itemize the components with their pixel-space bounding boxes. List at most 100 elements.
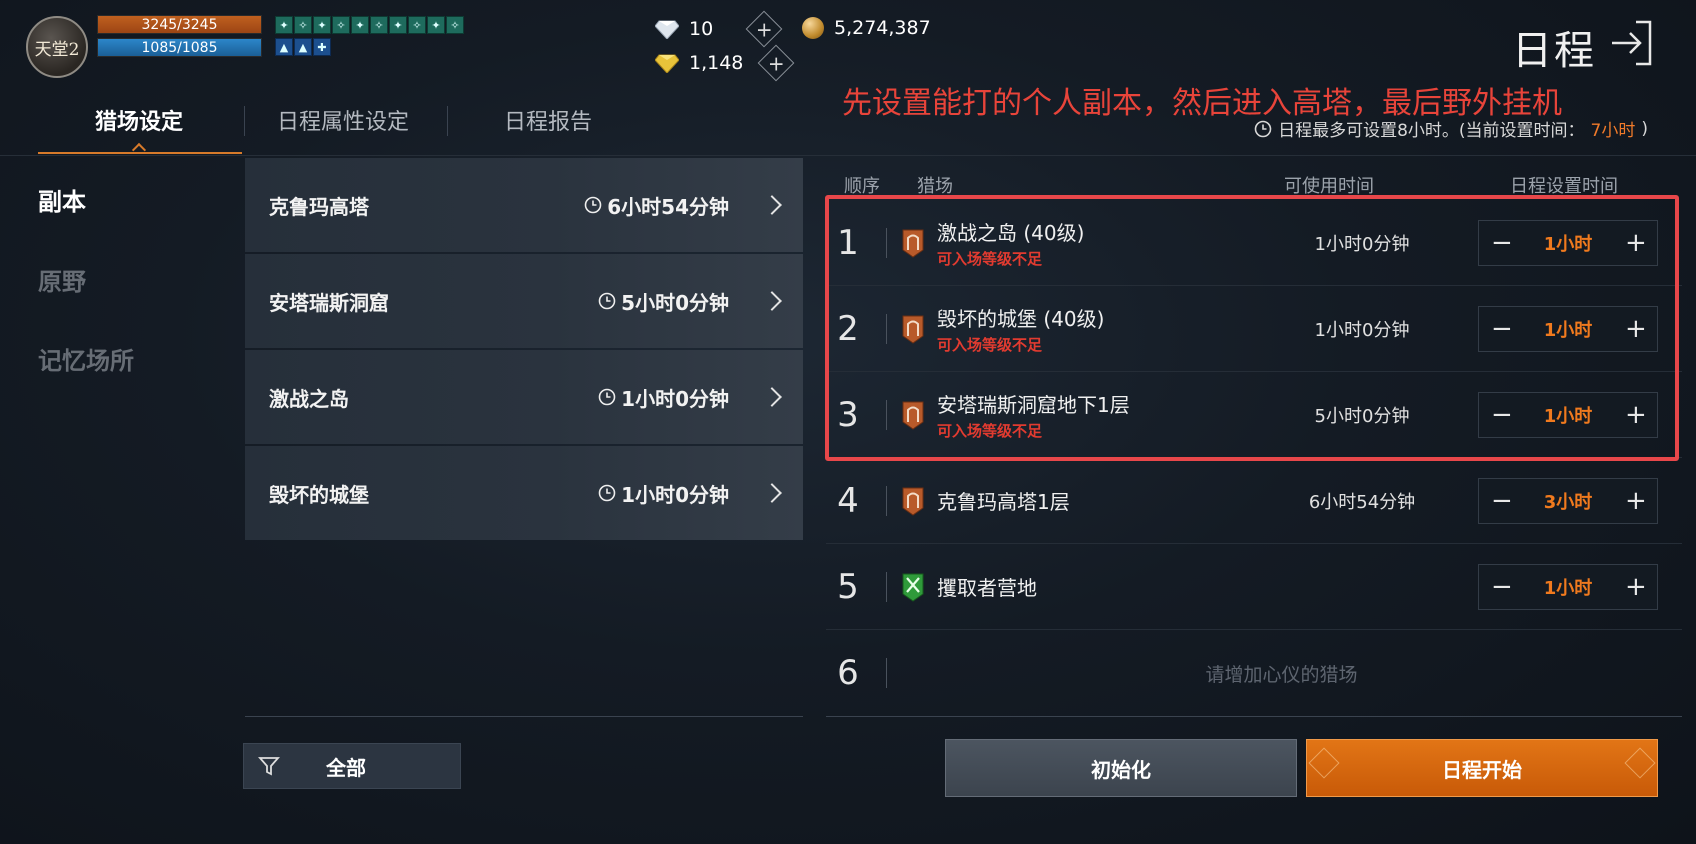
buff-icon: ✦ — [275, 16, 293, 34]
row-divider — [886, 658, 887, 688]
dungeon-icon — [902, 487, 924, 516]
dungeon-time: 6小时54分钟 — [584, 191, 729, 220]
filter-icon — [258, 757, 280, 776]
buff-icon: ✦ — [389, 16, 407, 34]
schedule-row-empty[interactable]: 6 请增加心仪的猎场 — [826, 630, 1682, 716]
mp-bar: 1085/1085 — [97, 38, 262, 57]
hunting-field-name: 攫取者营地 — [937, 576, 1037, 600]
tab-divider — [244, 106, 245, 136]
tab-schedule-attributes[interactable]: 日程属性设定 — [277, 104, 409, 136]
dungeon-time: 1小时0分钟 — [598, 383, 729, 412]
list-divider — [245, 716, 803, 717]
buff-icon: ✦ — [351, 16, 369, 34]
adena-count: 5,274,387 — [834, 17, 931, 39]
page-title: 日程 — [1512, 28, 1596, 74]
dungeon-time-value: 1小时0分钟 — [621, 386, 729, 411]
clock-icon — [1254, 120, 1272, 137]
decrease-time-button[interactable]: − — [1491, 574, 1513, 600]
category-dungeon[interactable]: 副本 — [38, 182, 86, 217]
category-memory-place[interactable]: 记忆场所 — [38, 341, 134, 376]
buff-icon: ✚ — [313, 38, 331, 56]
current-set-time: 7小时 — [1590, 121, 1636, 141]
dungeon-time-value: 5小时0分钟 — [621, 290, 729, 315]
hp-bar: 3245/3245 — [97, 15, 262, 34]
decor-diamond — [1624, 747, 1656, 779]
start-schedule-button[interactable]: 日程开始 — [1306, 739, 1658, 797]
hunting-field-name: 克鲁玛高塔1层 — [937, 490, 1070, 514]
buff-icon: ✧ — [370, 16, 388, 34]
clock-icon — [598, 292, 616, 310]
dungeon-item[interactable]: 安塔瑞斯洞窟 5小时0分钟 — [245, 254, 803, 348]
dungeon-name: 克鲁玛高塔 — [269, 194, 369, 219]
adena-currency: 5,274,387 — [802, 17, 931, 39]
clock-icon — [598, 484, 616, 502]
schedule-divider — [826, 716, 1682, 717]
limit-note-text: 日程最多可设置8小时。(当前设置时间： — [1278, 121, 1585, 141]
clock-icon — [584, 196, 602, 214]
filter-label: 全部 — [326, 755, 366, 780]
field-icon — [902, 573, 924, 602]
dungeon-name: 毁坏的城堡 — [269, 482, 369, 507]
tab-divider — [447, 106, 448, 136]
set-time-value: 1小时 — [1543, 577, 1593, 599]
time-stepper: − 3小时 + — [1478, 477, 1658, 524]
row-order: 6 — [837, 653, 859, 693]
schedule-limit-note: 日程最多可设置8小时。(当前设置时间： 7小时) — [1254, 116, 1648, 141]
buff-icons-row-2: ▲ ▲ ✚ — [275, 38, 331, 56]
gold-gem-icon — [655, 54, 679, 73]
buff-icon: ✧ — [446, 16, 464, 34]
game-logo: 天堂2 — [26, 16, 88, 78]
diamond-count: 10 — [689, 18, 714, 40]
annotation-highlight-box — [825, 195, 1679, 461]
buff-icons-row-1: ✦ ✧ ✦ ✧ ✦ ✧ ✦ ✧ ✦ ✧ — [275, 16, 464, 34]
dungeon-list: 克鲁玛高塔 6小时54分钟 安塔瑞斯洞窟 5小时0分钟 激战之岛 1小时0分钟 … — [245, 158, 803, 542]
increase-time-button[interactable]: + — [1625, 488, 1647, 514]
tab-schedule-report[interactable]: 日程报告 — [504, 104, 592, 136]
clock-icon — [598, 388, 616, 406]
chevron-right-icon — [762, 483, 782, 503]
buff-icon: ✦ — [427, 16, 445, 34]
diamond-currency: 10 + — [655, 10, 783, 48]
dungeon-item[interactable]: 毁坏的城堡 1小时0分钟 — [245, 446, 803, 540]
header-divider — [0, 155, 1696, 156]
buff-icon: ✦ — [313, 16, 331, 34]
available-time: 6小时54分钟 — [1308, 491, 1416, 513]
gold-gem-currency: 1,148 + — [655, 44, 795, 82]
dungeon-item[interactable]: 激战之岛 1小时0分钟 — [245, 350, 803, 444]
reset-button[interactable]: 初始化 — [945, 739, 1297, 797]
dungeon-time: 1小时0分钟 — [598, 479, 729, 508]
decrease-time-button[interactable]: − — [1491, 488, 1513, 514]
buff-icon: ✧ — [408, 16, 426, 34]
schedule-row: 4 克鲁玛高塔1层 6小时54分钟 − 3小时 + — [826, 458, 1682, 544]
dungeon-time-value: 6小时54分钟 — [607, 194, 729, 219]
chevron-right-icon — [762, 195, 782, 215]
row-divider — [886, 485, 887, 516]
buff-icon: ▲ — [294, 38, 312, 56]
chevron-right-icon — [762, 291, 782, 311]
filter-button[interactable]: 全部 — [243, 743, 461, 789]
decor-diamond — [1308, 747, 1340, 779]
schedule-row: 5 攫取者营地 − 1小时 + — [826, 544, 1682, 630]
row-order: 5 — [837, 566, 859, 607]
add-gold-gem-button[interactable]: + — [758, 44, 795, 82]
tab-hunting-settings[interactable]: 猎场设定 — [95, 104, 183, 136]
set-time-value: 3小时 — [1543, 491, 1593, 513]
dungeon-time: 5小时0分钟 — [598, 287, 729, 316]
start-schedule-label: 日程开始 — [1442, 757, 1522, 782]
buff-icon: ▲ — [275, 38, 293, 56]
category-field[interactable]: 原野 — [38, 262, 86, 297]
diamond-icon — [655, 20, 679, 39]
limit-note-suffix: ) — [1641, 118, 1648, 139]
row-order: 4 — [837, 480, 859, 521]
game-logo-text: 天堂2 — [34, 39, 80, 60]
row-info: 攫取者营地 — [937, 572, 1257, 601]
row-divider — [886, 571, 887, 602]
increase-time-button[interactable]: + — [1625, 574, 1647, 600]
adena-coin-icon — [802, 17, 824, 39]
dungeon-time-value: 1小时0分钟 — [621, 482, 729, 507]
dungeon-item[interactable]: 克鲁玛高塔 6小时54分钟 — [245, 158, 803, 252]
buff-icon: ✧ — [332, 16, 350, 34]
add-diamond-button[interactable]: + — [745, 10, 783, 48]
exit-icon[interactable] — [1608, 18, 1658, 68]
dungeon-name: 安塔瑞斯洞窟 — [269, 290, 389, 315]
